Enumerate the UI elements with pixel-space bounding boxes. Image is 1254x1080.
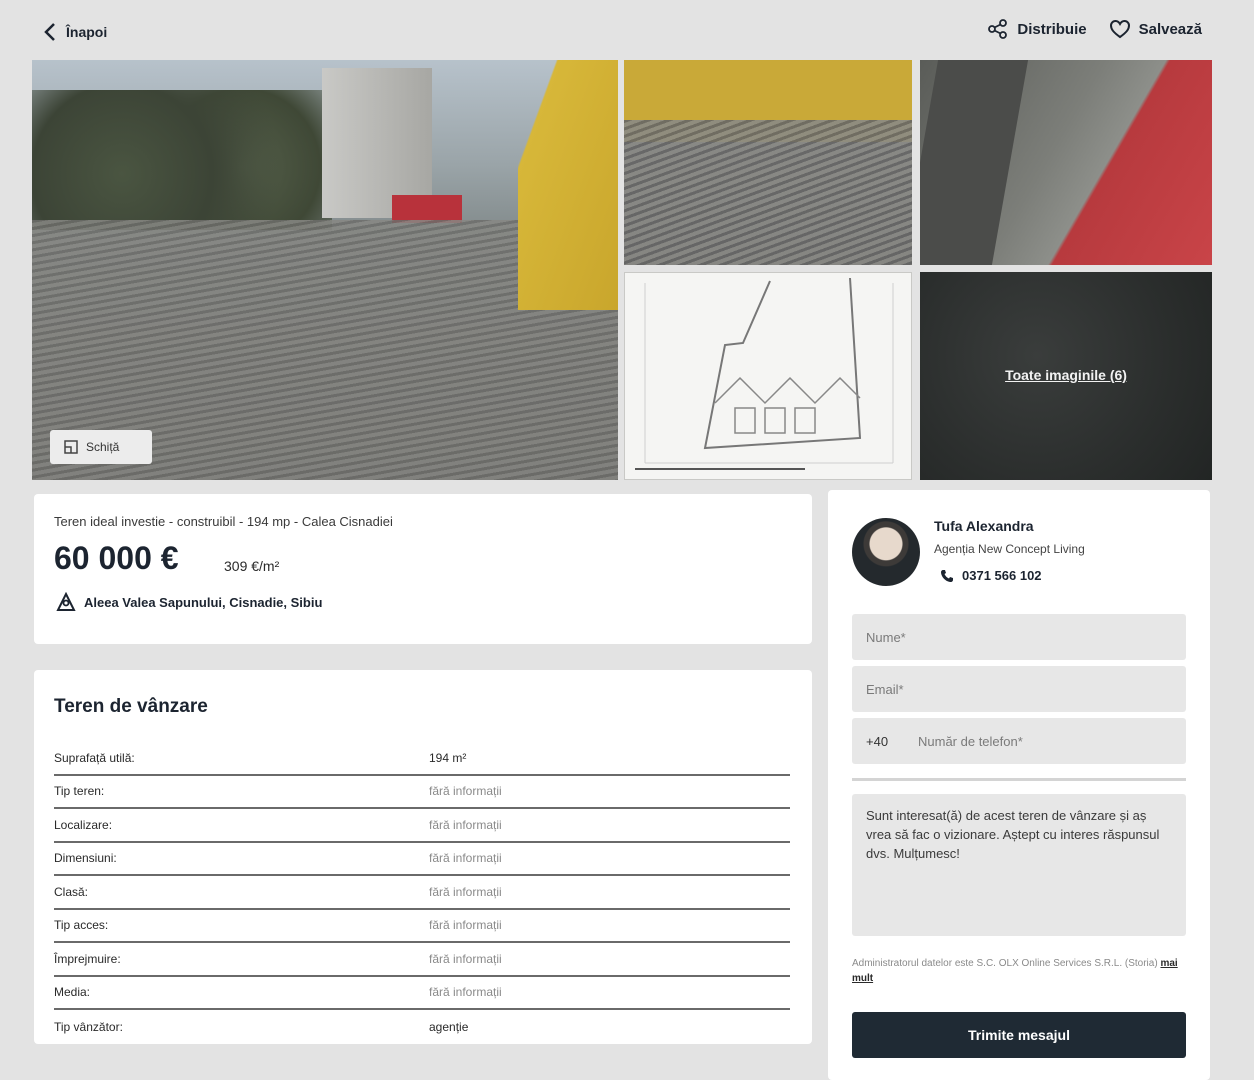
email-field[interactable]	[852, 666, 1186, 712]
table-row: Dimensiuni: fără informații	[54, 843, 790, 876]
listing-title: Teren ideal investie - construibil - 194…	[54, 514, 393, 529]
location-pin-icon	[56, 592, 76, 611]
row-value: agenție	[429, 1019, 469, 1034]
photo-gallery: Schiță Toate imaginile (6)	[32, 60, 1212, 480]
avatar	[852, 518, 920, 586]
legal-notice: Administratorul datelor este S.C. OLX On…	[852, 956, 1186, 986]
back-label: Înapoi	[66, 24, 108, 40]
photo-thumbnail-1[interactable]	[624, 60, 912, 265]
details-card: Teren de vânzare Suprafață utilă: 194 m² …	[34, 670, 812, 1044]
sketch-button[interactable]: Schiță	[50, 430, 152, 464]
chevron-left-icon	[44, 23, 55, 41]
back-button[interactable]: Înapoi	[42, 22, 107, 42]
address-text: Aleea Valea Sapunului, Cisnadie, Sibiu	[84, 594, 323, 610]
details-title: Teren de vânzare	[54, 696, 208, 717]
row-label: Clasă:	[54, 884, 89, 899]
save-label: Salvează	[1138, 20, 1202, 38]
row-label: Împrejmuire:	[54, 951, 121, 966]
floor-plan-thumbnail[interactable]	[624, 272, 912, 480]
row-value: fără informații	[429, 784, 502, 799]
row-label: Tip teren:	[54, 784, 105, 799]
photo-sign	[392, 195, 462, 223]
main-photo[interactable]: Schiță	[32, 60, 618, 480]
agency-name: Agenția New Concept Living	[934, 542, 1085, 556]
photo-road	[920, 60, 1029, 265]
table-row: Media: fără informații	[54, 977, 790, 1010]
row-label: Suprafață utilă:	[54, 750, 135, 765]
name-field[interactable]	[852, 614, 1186, 660]
phone-link[interactable]: 0371 566 102	[940, 568, 1042, 583]
photo-paving	[624, 120, 912, 265]
top-actions: Distribuie Salvează	[987, 18, 1202, 40]
legal-text: Administratorul datelor este S.C. OLX On…	[852, 958, 1158, 969]
photo-thumbnail-2[interactable]	[920, 60, 1212, 265]
photo-trees	[32, 90, 332, 230]
share-icon	[988, 19, 1008, 39]
table-row: Împrejmuire: fără informații	[54, 943, 790, 977]
row-label: Tip acces:	[54, 918, 109, 933]
save-button[interactable]: Salvează	[1109, 18, 1202, 40]
all-images-tile[interactable]: Toate imaginile (6)	[920, 272, 1212, 480]
share-label: Distribuie	[1017, 20, 1087, 38]
agent-name: Tufa Alexandra	[934, 518, 1034, 534]
table-row: Tip vânzător: agenție	[54, 1010, 790, 1044]
all-images-link[interactable]: Toate imaginile (6)	[920, 367, 1212, 383]
row-value: fără informații	[429, 918, 502, 933]
table-row: Tip teren: fără informații	[54, 776, 790, 809]
listing-summary-card: Teren ideal investie - construibil - 194…	[34, 494, 812, 644]
sketch-icon	[64, 440, 78, 454]
top-bar: Înapoi Distribuie Salvează	[0, 0, 1254, 58]
table-row: Localizare: fără informații	[54, 809, 790, 843]
divider	[852, 778, 1186, 781]
row-value: fără informații	[429, 851, 502, 866]
sketch-label: Schiță	[86, 440, 120, 454]
row-label: Localizare:	[54, 817, 113, 832]
phone-icon	[941, 569, 953, 582]
row-value: fără informații	[429, 817, 502, 832]
row-value: fără informații	[429, 951, 502, 966]
share-button[interactable]: Distribuie	[987, 18, 1087, 40]
table-row: Clasă: fără informații	[54, 876, 790, 910]
price: 60 000 €	[54, 540, 179, 576]
details-table: Suprafață utilă: 194 m² Tip teren: fără in…	[54, 742, 790, 1044]
floor-plan-drawing	[635, 277, 894, 470]
phone-field[interactable]	[918, 718, 1186, 764]
send-message-button[interactable]: Trimite mesajul	[852, 1012, 1186, 1058]
heart-icon	[1109, 19, 1130, 39]
table-row: Suprafață utilă: 194 m²	[54, 742, 790, 776]
row-value: fără informații	[429, 884, 502, 899]
table-row: Tip acces: fără informații	[54, 910, 790, 943]
row-value: 194 m²	[429, 750, 467, 765]
phone-number: 0371 566 102	[962, 568, 1042, 583]
contact-card: Tufa Alexandra Agenția New Concept Livin…	[828, 490, 1210, 1080]
row-label: Dimensiuni:	[54, 851, 117, 866]
row-label: Media:	[54, 985, 91, 1000]
row-value: fără informații	[429, 985, 502, 1000]
photo-yellow-wall	[518, 60, 618, 310]
message-field[interactable]: Sunt interesat(ă) de acest teren de vânz…	[852, 794, 1186, 936]
row-label: Tip vânzător:	[54, 1019, 123, 1034]
price-per-sqm: 309 €/m²	[224, 558, 280, 574]
phone-field-group: +40	[852, 718, 1186, 764]
phone-prefix[interactable]: +40	[852, 734, 918, 749]
address: Aleea Valea Sapunului, Cisnadie, Sibiu	[56, 592, 322, 612]
